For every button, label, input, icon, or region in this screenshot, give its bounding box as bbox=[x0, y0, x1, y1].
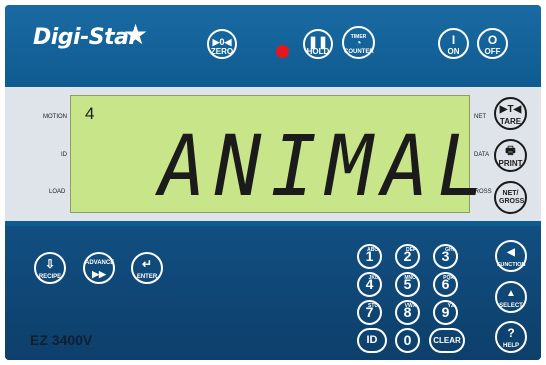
key-9[interactable]: 9 YZ bbox=[433, 300, 458, 325]
lcd-main-text: ANIMAL bbox=[159, 117, 494, 215]
id-indicator-label: ID bbox=[61, 152, 67, 158]
left-arrow-icon: ◀ bbox=[507, 247, 515, 258]
tare-button[interactable]: ▶T◀ TARE bbox=[494, 97, 527, 130]
tare-icon: ▶T◀ bbox=[499, 104, 522, 115]
lcd-display: 4 ANIMAL bbox=[70, 95, 484, 213]
data-indicator-label: DATA bbox=[474, 152, 490, 158]
gross-indicator-label: GROSS bbox=[470, 189, 492, 195]
key-clear[interactable]: CLEAR bbox=[429, 328, 465, 353]
enter-button[interactable]: ↵ ENTER bbox=[131, 252, 163, 284]
power-off-icon: O bbox=[487, 33, 498, 47]
display-band: MOTION ID LOAD 4 ANIMAL NET DATA GROSS ▶… bbox=[5, 87, 541, 221]
key-2[interactable]: 2 DEF bbox=[395, 244, 420, 269]
question-icon: ? bbox=[507, 326, 515, 340]
key-0[interactable]: 0 bbox=[395, 328, 420, 353]
hold-button[interactable]: ❚❚ HOLD bbox=[303, 29, 333, 59]
help-button[interactable]: ? HELP bbox=[495, 321, 527, 353]
enter-icon: ↵ bbox=[141, 257, 153, 271]
net-gross-button[interactable]: NET/ GROSS bbox=[494, 181, 527, 214]
fast-forward-icon: ▶▶ bbox=[92, 269, 106, 279]
star-icon: ★ bbox=[123, 19, 149, 50]
up-arrow-icon: ▲ bbox=[506, 288, 516, 299]
key-5[interactable]: 5 MNO bbox=[395, 272, 420, 297]
lcd-index-digit: 4 bbox=[85, 104, 95, 123]
select-button[interactable]: ▲ SELECT bbox=[495, 281, 527, 313]
key-id[interactable]: ID bbox=[357, 328, 387, 353]
top-band: Digi-Star ★ ▶0◀ ZERO ❚❚ HOLD TIMER ◔ COU… bbox=[5, 5, 541, 82]
key-7[interactable]: 7 STU bbox=[357, 300, 382, 325]
recipe-button[interactable]: ⇩ RECIPE bbox=[34, 252, 66, 284]
key-6[interactable]: 6 PQR bbox=[433, 272, 458, 297]
model-name: EZ 3400V bbox=[30, 332, 93, 348]
timer-counter-button[interactable]: TIMER ◔ COUNTER bbox=[342, 26, 375, 59]
print-button[interactable]: 🖶 PRINT bbox=[494, 139, 527, 172]
scale-indicator-panel: Digi-Star ★ ▶0◀ ZERO ❚❚ HOLD TIMER ◔ COU… bbox=[5, 5, 541, 360]
key-8[interactable]: 8 VWX bbox=[395, 300, 420, 325]
recipe-icon: ⇩ bbox=[44, 257, 56, 271]
power-on-icon: I bbox=[451, 33, 456, 47]
key-1[interactable]: 1 ABC bbox=[357, 244, 382, 269]
net-indicator-label: NET bbox=[474, 114, 486, 120]
zero-button[interactable]: ▶0◀ ZERO bbox=[207, 29, 237, 59]
key-4[interactable]: 4 JKL bbox=[357, 272, 382, 297]
advance-button[interactable]: ADVANCE ▶▶ bbox=[83, 252, 115, 284]
status-led-indicator bbox=[276, 45, 289, 58]
on-button[interactable]: I ON bbox=[438, 28, 469, 59]
motion-indicator-label: MOTION bbox=[43, 114, 67, 120]
load-indicator-label: LOAD bbox=[49, 189, 66, 195]
off-button[interactable]: O OFF bbox=[477, 28, 508, 59]
function-button[interactable]: ◀ FUNCTION bbox=[495, 240, 527, 272]
key-3[interactable]: 3 GHI bbox=[433, 244, 458, 269]
printer-icon: 🖶 bbox=[505, 145, 516, 157]
